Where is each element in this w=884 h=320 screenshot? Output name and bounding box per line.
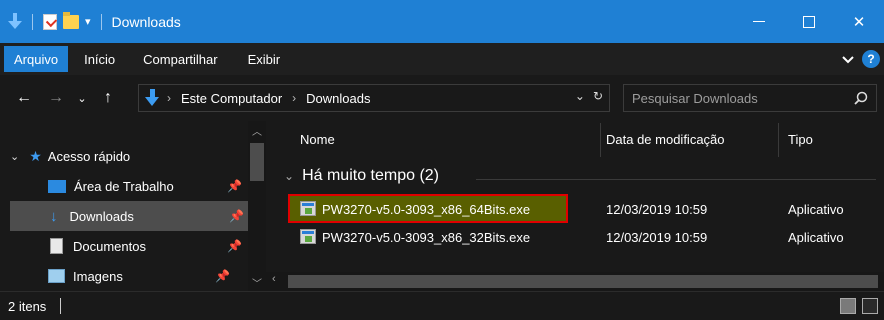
search-placeholder: Pesquisar Downloads <box>632 90 758 106</box>
file-type: Aplicativo <box>788 201 844 217</box>
forward-arrow-icon[interactable]: → <box>44 89 68 107</box>
chevron-down-icon[interactable]: ⌄ <box>284 169 294 183</box>
scrollbar-thumb[interactable] <box>288 275 878 288</box>
close-icon: ✕ <box>852 13 866 31</box>
file-date: 12/03/2019 10:59 <box>606 201 708 217</box>
star-icon: ★ <box>29 147 42 164</box>
large-icons-view-icon[interactable] <box>862 298 878 314</box>
column-divider[interactable] <box>778 123 779 157</box>
recent-locations-icon[interactable]: ⌄ <box>70 92 94 105</box>
tab-inicio[interactable]: Início <box>68 43 127 75</box>
table-row[interactable]: PW3270-v5.0-3093_x86_64Bits.exe 12/03/20… <box>288 194 884 223</box>
sidebar-item-label: Área de Trabalho <box>74 178 174 194</box>
document-icon <box>50 238 63 254</box>
close-button[interactable]: ✕ <box>834 0 884 43</box>
refresh-icon[interactable]: ↻ <box>593 89 603 103</box>
address-bar[interactable]: › Este Computador › Downloads ⌄ ↻ <box>138 84 610 112</box>
tab-arquivo[interactable]: Arquivo <box>4 46 69 72</box>
title-bar: ▾ Downloads ✕ <box>0 0 884 43</box>
tab-compartilhar[interactable]: Compartilhar <box>127 43 229 75</box>
sidebar-item-downloads[interactable]: ↓ Downloads 📌 <box>10 201 250 231</box>
address-dropdown-icon[interactable]: ⌄ <box>575 89 585 103</box>
file-type: Aplicativo <box>788 229 844 245</box>
tab-exibir[interactable]: Exibir <box>230 43 293 75</box>
window-title: Downloads <box>111 13 181 30</box>
sidebar-scrollbar[interactable]: ︿ ﹀ <box>248 121 266 291</box>
download-icon[interactable] <box>8 12 22 32</box>
group-header[interactable]: ⌄ Há muito tempo (2) <box>284 167 439 185</box>
maximize-icon <box>803 15 815 28</box>
column-header-tipo[interactable]: Tipo <box>788 121 813 157</box>
scroll-down-icon[interactable]: ﹀ <box>252 275 262 290</box>
pin-icon[interactable]: 📌 <box>215 269 230 283</box>
sidebar-item-label: Acesso rápido <box>47 148 131 164</box>
quick-access-toolbar: ▾ <box>0 0 106 43</box>
details-view-icon[interactable] <box>840 298 856 314</box>
status-divider <box>60 298 62 314</box>
column-header-data[interactable]: Data de modificação <box>606 121 725 157</box>
breadcrumb-downloads[interactable]: Downloads <box>306 91 370 106</box>
group-divider <box>476 179 876 180</box>
chevron-down-icon[interactable]: ⌄ <box>10 150 19 163</box>
file-date: 12/03/2019 10:59 <box>606 229 708 245</box>
status-bar: 2 itens <box>0 291 884 320</box>
pin-icon[interactable]: 📌 <box>229 209 244 223</box>
scroll-up-icon[interactable]: ︿ <box>252 123 262 138</box>
navigation-pane: ⌄ ★ Acesso rápido Área de Trabalho 📌 ↓ D… <box>0 121 266 291</box>
file-name: PW3270-v5.0-3093_x86_64Bits.exe <box>322 201 531 217</box>
chevron-down-icon[interactable] <box>842 52 854 67</box>
item-count: 2 itens <box>8 298 47 314</box>
file-list: Nome Data de modificação Tipo ⌄ Há muito… <box>266 121 884 291</box>
application-icon <box>300 229 316 244</box>
column-header-nome[interactable]: Nome <box>300 121 335 157</box>
file-name: PW3270-v5.0-3093_x86_32Bits.exe <box>322 229 531 245</box>
window-controls: ✕ <box>734 0 884 43</box>
toolbar-separator <box>32 13 33 30</box>
search-input[interactable]: Pesquisar Downloads <box>623 84 877 112</box>
minimize-button[interactable] <box>734 0 784 43</box>
toolbar-separator <box>100 13 102 30</box>
help-icon[interactable]: ? <box>862 50 880 68</box>
image-icon <box>48 269 65 283</box>
ribbon-tabs: Arquivo Início Compartilhar Exibir ? <box>0 43 884 75</box>
scroll-left-icon[interactable]: ‹ <box>272 273 276 285</box>
column-divider[interactable] <box>600 123 601 157</box>
sidebar-item-documentos[interactable]: Documentos 📌 <box>0 231 250 261</box>
desktop-icon <box>48 179 66 193</box>
breadcrumb-este-computador[interactable]: Este Computador <box>181 91 282 106</box>
horizontal-scrollbar[interactable]: ‹ <box>266 272 884 291</box>
sidebar-item-acesso-rapido[interactable]: ⌄ ★ Acesso rápido <box>0 141 250 171</box>
new-folder-icon[interactable] <box>63 11 79 29</box>
search-icon[interactable] <box>854 91 868 105</box>
pin-icon[interactable]: 📌 <box>227 179 242 193</box>
scrollbar-thumb[interactable] <box>250 143 264 181</box>
customize-toolbar-icon[interactable]: ▾ <box>85 15 91 28</box>
properties-icon[interactable] <box>43 13 57 30</box>
application-icon <box>300 201 316 216</box>
minimize-icon <box>753 21 765 22</box>
sidebar-item-label: Documentos <box>73 238 146 254</box>
group-label: Há muito tempo (2) <box>302 167 439 184</box>
back-arrow-icon[interactable]: ← <box>12 89 36 107</box>
sidebar-item-area-de-trabalho[interactable]: Área de Trabalho 📌 <box>0 171 250 201</box>
breadcrumb-chevron-icon[interactable]: › <box>292 91 296 105</box>
table-row[interactable]: PW3270-v5.0-3093_x86_32Bits.exe 12/03/20… <box>288 225 884 249</box>
maximize-button[interactable] <box>784 0 834 43</box>
download-folder-icon <box>145 89 159 107</box>
sidebar-item-label: Imagens <box>73 268 123 284</box>
navigation-bar: ← → ⌄ ↑ › Este Computador › Downloads ⌄ … <box>0 75 884 121</box>
pin-icon[interactable]: 📌 <box>227 239 242 253</box>
sidebar-item-label: Downloads <box>69 208 134 224</box>
download-icon: ↓ <box>50 207 58 225</box>
sidebar-item-imagens[interactable]: Imagens 📌 <box>0 261 250 291</box>
up-arrow-icon[interactable]: ↑ <box>96 89 120 107</box>
breadcrumb-chevron-icon[interactable]: › <box>167 91 171 105</box>
